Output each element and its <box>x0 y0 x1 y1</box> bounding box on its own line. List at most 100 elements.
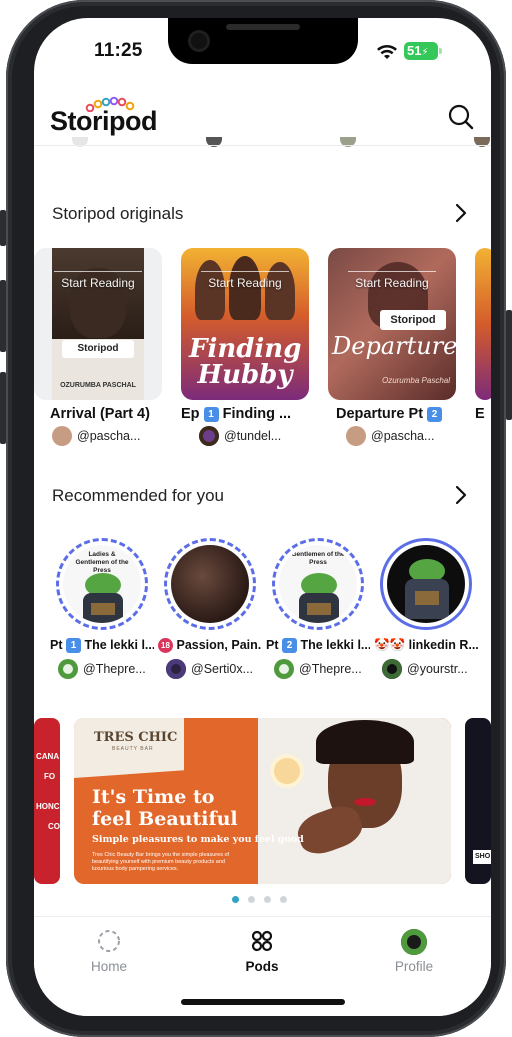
pod-author[interactable]: @yourstr... <box>407 662 468 676</box>
chevron-right-icon[interactable] <box>454 203 468 223</box>
book-cover[interactable]: Storipod OZURUMBA PASCHAL Start Reading <box>34 248 162 400</box>
promo-slide-next[interactable]: SHO <box>465 718 491 884</box>
banner-body: Tres Chic Beauty Bar brings you the simp… <box>92 852 230 872</box>
start-reading-label: Start Reading <box>355 276 429 290</box>
avatar <box>58 659 78 679</box>
title-text: Passion, Pain... <box>176 638 262 652</box>
battery-level: 51 <box>407 43 422 58</box>
header-divider <box>34 145 491 146</box>
tab-label: Home <box>90 959 127 974</box>
banner-brand-sub: BEAUTY BAR <box>112 746 154 752</box>
start-reading-label: Start Reading <box>208 276 282 290</box>
part-badge: 1 <box>65 638 81 653</box>
original-card[interactable]: Storipod OZURUMBA PASCHAL Start Reading … <box>34 248 162 446</box>
headline-line-2: feel Beautiful <box>92 808 238 830</box>
promo-slide-prev[interactable]: CANA FO HONC CO <box>34 718 60 884</box>
cover-title: Finding Hubby <box>189 334 302 390</box>
tab-label: Profile <box>394 959 434 974</box>
pod-cover-ring[interactable]: Ladies & Gentlemen of the Press <box>56 538 148 630</box>
pod-title: Pt 1 The lekki l... <box>50 638 154 653</box>
avatar <box>274 659 294 679</box>
title-text: The lekki l... <box>300 638 370 652</box>
headline-line-1: It's Time to <box>92 786 215 808</box>
pod-title: 🤡🤡 linkedin R... <box>374 638 478 653</box>
avatar <box>52 426 72 446</box>
peek-text: CANA <box>36 752 60 761</box>
tab-pods[interactable]: Pods <box>212 929 312 974</box>
app-header: Storipod <box>34 96 491 144</box>
book-cover[interactable] <box>475 248 491 400</box>
cover-author: Ozurumba Paschal <box>381 376 450 385</box>
home-indicator[interactable] <box>181 999 345 1005</box>
banner-brand: TRES CHIC <box>94 730 178 745</box>
battery-icon: 51⚡ <box>404 42 442 60</box>
original-card[interactable]: Storipod Departure Ozurumba Paschal Star… <box>328 248 456 446</box>
section-title-recommended: Recommended for you <box>52 486 224 505</box>
recommended-pod[interactable]: 🤡🤡 linkedin R... @yourstr... <box>374 538 478 679</box>
avatar <box>166 659 186 679</box>
tab-home[interactable]: Home <box>59 929 159 974</box>
pod-author[interactable]: @Thepre... <box>299 662 362 676</box>
avatar <box>346 426 366 446</box>
cover-brand: Storipod <box>380 310 446 330</box>
episode-badge: 2 <box>427 407 443 422</box>
original-card-peek[interactable]: E <box>475 248 491 422</box>
pod-cover-ring[interactable] <box>380 538 472 630</box>
banner-headline: It's Time to feel Beautiful <box>92 786 238 830</box>
title-text: Finding ... <box>222 406 292 422</box>
start-reading-label: Start Reading <box>61 276 135 290</box>
title-prefix: Pt <box>266 638 279 652</box>
pod-author[interactable]: @Serti0x... <box>191 662 253 676</box>
card-title: Ep 1 Finding ... <box>181 406 309 422</box>
book-cover[interactable]: Storipod Departure Ozurumba Paschal Star… <box>328 248 456 400</box>
card-author[interactable]: @pascha... <box>77 429 140 443</box>
emoji-badge: 🤡🤡 <box>374 638 406 652</box>
title-text: The lekki l... <box>84 638 154 652</box>
tab-profile[interactable]: Profile <box>364 929 464 974</box>
pod-author[interactable]: @Thepre... <box>83 662 146 676</box>
age-rating-badge: 18 <box>158 638 173 653</box>
tab-label: Pods <box>245 959 279 974</box>
promo-banner[interactable]: TRES CHIC BEAUTY BAR It's Time to feel B… <box>74 718 451 884</box>
episode-badge: 1 <box>203 407 219 422</box>
avatar <box>401 929 427 955</box>
cover-author: OZURUMBA PASCHAL <box>60 382 136 389</box>
card-author[interactable]: @tundel... <box>224 429 281 443</box>
card-author[interactable]: @pascha... <box>371 429 434 443</box>
wifi-icon <box>377 45 397 59</box>
recommended-pod[interactable]: 18 Passion, Pain... @Serti0x... <box>158 538 262 679</box>
card-title: Departure Pt 2 <box>328 406 456 422</box>
title-text: Departure Pt <box>336 406 424 422</box>
peek-text: CO <box>48 822 60 831</box>
carousel-dot[interactable] <box>248 896 255 903</box>
title-prefix: Ep <box>181 406 200 422</box>
card-title: Arrival (Part 4) <box>50 406 150 422</box>
status-time: 11:25 <box>94 40 143 61</box>
app-logo[interactable]: Storipod <box>50 106 157 137</box>
pod-title: 18 Passion, Pain... <box>158 638 262 653</box>
peek-text: HONC <box>36 802 60 811</box>
notch <box>168 18 358 64</box>
carousel-dot[interactable] <box>280 896 287 903</box>
pods-grid-icon <box>251 930 273 952</box>
book-cover[interactable]: Finding Hubby Start Reading <box>181 248 309 400</box>
title-prefix: Pt <box>50 638 63 652</box>
pod-cover-ring[interactable]: Gentlemen of the Press <box>272 538 364 630</box>
carousel-indicator[interactable] <box>232 896 287 903</box>
carousel-dot[interactable] <box>232 896 239 903</box>
avatar <box>382 659 402 679</box>
card-title: E <box>475 406 485 422</box>
original-card[interactable]: Finding Hubby Start Reading Ep 1 Finding… <box>181 248 309 446</box>
search-icon[interactable] <box>446 102 476 132</box>
promo-carousel[interactable]: CANA FO HONC CO TRES CHIC BEAUTY BAR It'… <box>34 718 491 884</box>
chevron-right-icon[interactable] <box>454 485 468 505</box>
avatar <box>199 426 219 446</box>
carousel-dot[interactable] <box>264 896 271 903</box>
recommended-pod[interactable]: Ladies & Gentlemen of the Press Pt 1 The… <box>50 538 154 679</box>
peek-text: FO <box>44 772 56 781</box>
power-button <box>506 310 512 420</box>
pod-title: Pt 2 The lekki l... <box>266 638 370 653</box>
phone-frame: 11:25 51⚡ Storipod Storipod originals St… <box>6 0 506 1037</box>
pod-cover-ring[interactable] <box>164 538 256 630</box>
recommended-pod[interactable]: Gentlemen of the Press Pt 2 The lekki l.… <box>266 538 370 679</box>
